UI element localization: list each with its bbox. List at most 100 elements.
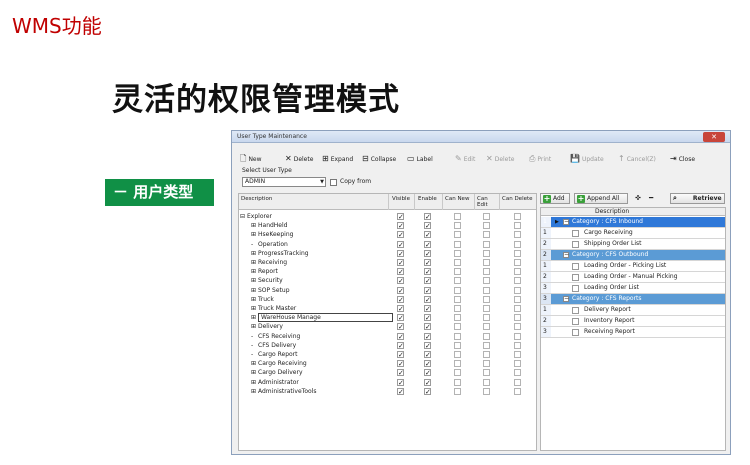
- can-delete-checkbox[interactable]: [514, 286, 521, 294]
- visible-checkbox[interactable]: ✓: [397, 231, 404, 239]
- report-row[interactable]: 2 Shipping Order List: [541, 239, 725, 250]
- visible-checkbox[interactable]: ✓: [397, 295, 404, 303]
- can-new-checkbox[interactable]: [454, 240, 461, 248]
- visible-checkbox[interactable]: ✓: [397, 305, 404, 313]
- visible-checkbox[interactable]: ✓: [397, 378, 404, 386]
- tree-expander-icon[interactable]: ⊞: [251, 221, 256, 230]
- can-delete-checkbox[interactable]: [514, 277, 521, 285]
- report-row[interactable]: 3 Loading Order List: [541, 283, 725, 294]
- can-delete-checkbox[interactable]: [514, 231, 521, 239]
- visible-checkbox[interactable]: ✓: [397, 323, 404, 331]
- report-checkbox[interactable]: [572, 274, 579, 281]
- visible-checkbox[interactable]: ✓: [397, 314, 404, 322]
- can-delete-checkbox[interactable]: [514, 314, 521, 322]
- can-new-checkbox[interactable]: [454, 332, 461, 340]
- can-new-checkbox[interactable]: [454, 286, 461, 294]
- enable-checkbox[interactable]: ✓: [424, 259, 431, 267]
- table-row[interactable]: ⊞ Truck Master ✓ ✓: [239, 304, 536, 313]
- can-edit-checkbox[interactable]: [483, 314, 490, 322]
- can-new-checkbox[interactable]: [454, 231, 461, 239]
- can-edit-checkbox[interactable]: [483, 240, 490, 248]
- enable-checkbox[interactable]: ✓: [424, 231, 431, 239]
- can-delete-checkbox[interactable]: [514, 360, 521, 368]
- table-row[interactable]: ⊞ Administrator ✓ ✓: [239, 378, 536, 387]
- visible-checkbox[interactable]: ✓: [397, 351, 404, 359]
- can-new-checkbox[interactable]: [454, 314, 461, 322]
- col-description[interactable]: Description: [241, 196, 272, 202]
- can-edit-checkbox[interactable]: [483, 222, 490, 230]
- can-delete-checkbox[interactable]: [514, 332, 521, 340]
- tree-expander-icon[interactable]: ⊞: [251, 276, 256, 285]
- toolbar-delete-button[interactable]: ✕ Delete: [285, 153, 313, 165]
- enable-checkbox[interactable]: ✓: [424, 314, 431, 322]
- can-delete-checkbox[interactable]: [514, 369, 521, 377]
- can-edit-checkbox[interactable]: [483, 369, 490, 377]
- report-row[interactable]: 1 Loading Order - Picking List: [541, 261, 725, 272]
- can-new-checkbox[interactable]: [454, 305, 461, 312]
- can-edit-checkbox[interactable]: [483, 249, 490, 257]
- visible-checkbox[interactable]: ✓: [397, 249, 404, 257]
- collapse-icon[interactable]: −: [563, 296, 569, 302]
- visible-checkbox[interactable]: ✓: [397, 268, 404, 276]
- can-edit-checkbox[interactable]: [483, 341, 490, 349]
- collapse-icon[interactable]: −: [563, 219, 569, 225]
- tree-expander-icon[interactable]: ⊞: [251, 267, 256, 276]
- tree-expander-icon[interactable]: ⊞: [251, 230, 256, 239]
- table-row[interactable]: ⊞ Receiving ✓ ✓: [239, 258, 536, 267]
- enable-checkbox[interactable]: ✓: [424, 286, 431, 294]
- table-row[interactable]: ⊞ SOP Setup ✓ ✓: [239, 286, 536, 295]
- can-new-checkbox[interactable]: [454, 277, 461, 285]
- enable-checkbox[interactable]: ✓: [424, 351, 431, 359]
- can-edit-checkbox[interactable]: [483, 387, 490, 395]
- can-new-checkbox[interactable]: [454, 213, 461, 220]
- tree-expander-icon[interactable]: ⊞: [251, 286, 256, 295]
- enable-checkbox[interactable]: ✓: [424, 341, 431, 349]
- enable-checkbox[interactable]: ✓: [424, 305, 431, 313]
- visible-checkbox[interactable]: ✓: [397, 332, 404, 340]
- report-row[interactable]: 2 Inventory Report: [541, 316, 725, 327]
- can-delete-checkbox[interactable]: [514, 268, 521, 276]
- append-all-button[interactable]: + Append All: [574, 193, 628, 204]
- can-edit-checkbox[interactable]: [483, 231, 490, 239]
- enable-checkbox[interactable]: ✓: [424, 268, 431, 276]
- category-row[interactable]: 2 − Category : CFS Outbound: [541, 250, 725, 261]
- table-row[interactable]: ⊞ Security ✓ ✓: [239, 276, 536, 285]
- enable-checkbox[interactable]: ✓: [424, 213, 431, 221]
- visible-checkbox[interactable]: ✓: [397, 369, 404, 377]
- tree-expander-icon[interactable]: -: [251, 332, 253, 341]
- table-row[interactable]: ⊞ AdministrativeTools ✓ ✓: [239, 387, 536, 396]
- tree-expander-icon[interactable]: ⊞: [251, 378, 256, 387]
- can-new-checkbox[interactable]: [454, 323, 461, 331]
- visible-checkbox[interactable]: ✓: [397, 286, 404, 294]
- tree-expander-icon[interactable]: ⊞: [251, 322, 256, 331]
- enable-checkbox[interactable]: ✓: [424, 360, 431, 368]
- can-edit-checkbox[interactable]: [483, 286, 490, 294]
- toolbar-edit-button[interactable]: ✎ Edit: [455, 153, 475, 165]
- close-window-button[interactable]: ✕: [703, 132, 725, 142]
- enable-checkbox[interactable]: ✓: [424, 295, 431, 303]
- col-can-new[interactable]: Can New: [445, 196, 469, 202]
- can-edit-checkbox[interactable]: [483, 378, 490, 386]
- toolbar-new-button[interactable]: 🗋 New: [240, 153, 262, 165]
- col-enable[interactable]: Enable: [418, 196, 437, 202]
- table-row[interactable]: - Cargo Report ✓ ✓: [239, 350, 536, 359]
- can-delete-checkbox[interactable]: [514, 378, 521, 386]
- enable-checkbox[interactable]: ✓: [424, 378, 431, 386]
- can-edit-checkbox[interactable]: [483, 277, 490, 285]
- table-row[interactable]: - Operation ✓ ✓: [239, 240, 536, 249]
- table-row[interactable]: ⊞ HandHeld ✓ ✓: [239, 221, 536, 230]
- visible-checkbox[interactable]: ✓: [397, 240, 404, 248]
- can-new-checkbox[interactable]: [454, 249, 461, 257]
- table-row[interactable]: ⊞ Truck ✓ ✓: [239, 295, 536, 304]
- can-edit-checkbox[interactable]: [483, 360, 490, 368]
- toolbar-cancel-z--button[interactable]: ↑ Cancel(Z): [618, 153, 656, 165]
- can-delete-checkbox[interactable]: [514, 213, 521, 220]
- report-checkbox[interactable]: [572, 329, 579, 336]
- toolbar-update-button[interactable]: 💾 Update: [570, 153, 604, 165]
- toolbar-label-button[interactable]: ▭ Label: [407, 153, 433, 165]
- can-delete-checkbox[interactable]: [514, 222, 521, 230]
- tree-expander-icon[interactable]: ⊟: [240, 212, 245, 221]
- report-row[interactable]: 1 Delivery Report: [541, 305, 725, 316]
- visible-checkbox[interactable]: ✓: [397, 341, 404, 349]
- can-new-checkbox[interactable]: [454, 360, 461, 368]
